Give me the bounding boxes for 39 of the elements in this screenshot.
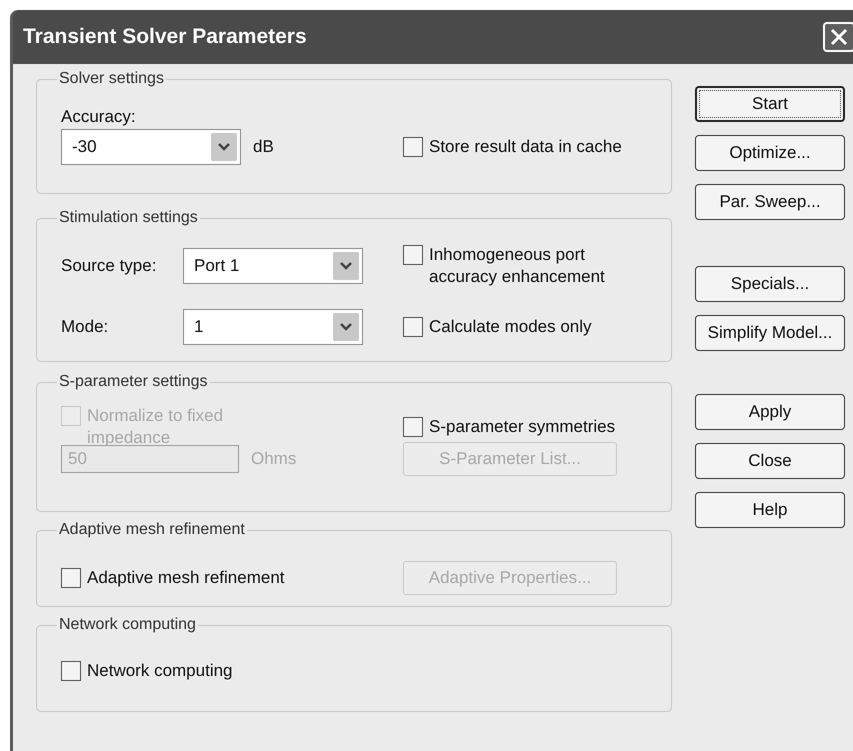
- group-title: S-parameter settings: [58, 372, 209, 392]
- action-button[interactable]: Start: [695, 86, 845, 122]
- checkbox[interactable]: [403, 245, 423, 265]
- checkbox[interactable]: [61, 568, 81, 588]
- checkbox[interactable]: [61, 661, 81, 681]
- field-label: Accuracy:: [61, 106, 137, 128]
- dropdown[interactable]: 1: [183, 309, 363, 345]
- unit-label: Ohms: [251, 448, 296, 470]
- chevron-down-icon: [339, 261, 353, 271]
- checkbox-label: Store result data in cache: [429, 136, 623, 158]
- action-button[interactable]: Help: [695, 492, 845, 528]
- unit-label: dB: [253, 136, 274, 158]
- group-title: Stimulation settings: [58, 208, 199, 228]
- dropdown[interactable]: -30: [61, 129, 241, 165]
- checkbox[interactable]: [403, 137, 423, 157]
- field-label: Source type:: [61, 255, 158, 278]
- chevron-down-icon: [339, 322, 353, 332]
- checkbox[interactable]: [403, 417, 423, 437]
- checkbox-label: Calculate modes only: [429, 316, 593, 338]
- dropdown[interactable]: Port 1: [183, 248, 363, 284]
- close-button[interactable]: [823, 22, 853, 52]
- action-button[interactable]: Apply: [695, 394, 845, 430]
- field-label: Mode:: [61, 316, 110, 338]
- chevron-down-icon: [217, 142, 231, 152]
- action-button[interactable]: Optimize...: [695, 135, 845, 171]
- checkbox-label: Adaptive mesh refinement: [87, 567, 286, 589]
- checkbox-label: Network computing: [87, 660, 234, 682]
- action-button[interactable]: Close: [695, 443, 845, 479]
- close-icon: [830, 28, 848, 46]
- group-title: Solver settings: [58, 69, 165, 89]
- checkbox-label: S-parameter symmetries: [429, 416, 616, 438]
- action-button[interactable]: Specials...: [695, 266, 845, 302]
- checkbox-label: Inhomogeneous port accuracy enhancement: [429, 244, 606, 288]
- window-title: Transient Solver Parameters: [23, 24, 307, 50]
- group-title: Adaptive mesh refinement: [58, 520, 246, 540]
- checkbox[interactable]: [403, 317, 423, 337]
- action-button[interactable]: Par. Sweep...: [695, 184, 845, 220]
- action-button[interactable]: Simplify Model...: [695, 315, 845, 351]
- group-title: Network computing: [58, 615, 197, 635]
